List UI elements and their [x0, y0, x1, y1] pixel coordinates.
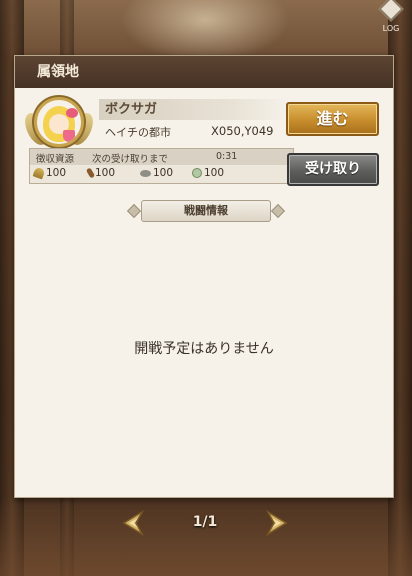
coordinates: X050,Y049 — [211, 124, 274, 138]
log-label: LOG — [382, 24, 400, 33]
ornament-right-icon — [270, 203, 286, 219]
panel-title: 属領地 — [15, 56, 393, 88]
receive-button[interactable]: 受け取り — [287, 153, 379, 186]
next-receive-label: 次の受け取りまで — [92, 154, 169, 165]
battle-info-title: 戦闘情報 — [141, 200, 271, 222]
arrow-right-icon[interactable] — [264, 510, 290, 536]
ore-icon — [192, 168, 202, 178]
pager: 1/1 — [120, 508, 290, 540]
no-battle-message: 開戦予定はありません — [134, 341, 274, 357]
resource-box: 徴収資源 次の受け取りまで 0:31 100 100 100 100 — [29, 148, 294, 184]
territory-name: ボクサガ — [99, 99, 291, 120]
resource-header: 徴収資源 次の受け取りまで 0:31 — [30, 149, 293, 165]
wood-value: 100 — [95, 167, 116, 179]
resource-stone: 100 — [140, 167, 173, 179]
wheat-icon — [32, 166, 46, 180]
go-button[interactable]: 進む — [286, 102, 379, 136]
territory-panel: 属領地 ボクサガ ヘイチの都市 X050,Y049 進む 徴収資源 次の受け取り… — [14, 55, 394, 498]
resource-ore: 100 — [192, 167, 224, 179]
scroll-book-icon — [378, 0, 404, 22]
stone-icon — [140, 169, 151, 177]
receive-timer: 0:31 — [216, 151, 238, 162]
battle-info-header: 戦闘情報 — [126, 200, 286, 222]
ornament-left-icon — [126, 203, 142, 219]
log-button[interactable]: LOG — [374, 0, 408, 34]
city-name: ヘイチの都市 — [105, 126, 171, 139]
stone-value: 100 — [153, 167, 174, 179]
resource-wheat: 100 — [32, 166, 67, 180]
resource-row: 100 100 100 100 — [30, 165, 293, 183]
wood-icon — [85, 167, 96, 179]
resource-label: 徴収資源 — [36, 154, 75, 165]
wheat-value: 100 — [46, 167, 67, 179]
resource-wood: 100 — [85, 167, 116, 179]
ore-value: 100 — [204, 167, 225, 179]
